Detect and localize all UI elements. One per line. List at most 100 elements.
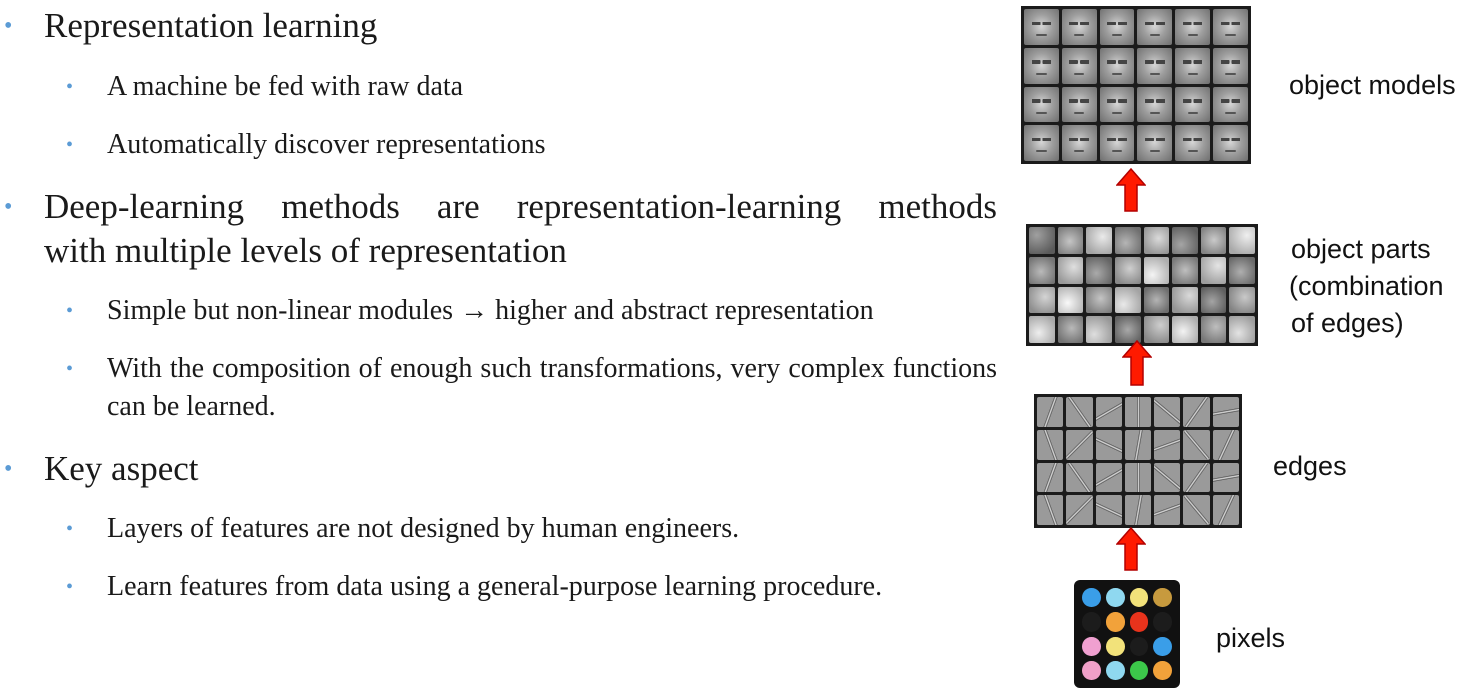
part-tile — [1086, 286, 1112, 314]
label-of-edges: of edges) — [1291, 308, 1404, 338]
face-tile — [1175, 47, 1211, 84]
face-tile — [1099, 9, 1135, 45]
part-tile — [1172, 286, 1198, 314]
face-tile — [1024, 9, 1059, 45]
part-tile — [1057, 227, 1084, 254]
part-tile — [1143, 227, 1170, 254]
sub-bullet-composition: With the composition of enough such tran… — [107, 353, 997, 422]
label-object-models: object models — [1289, 70, 1456, 100]
bullet-deep-learning-line2: with multiple levels of representation — [44, 231, 567, 270]
face-tile — [1061, 47, 1097, 84]
edge-tile — [1124, 462, 1152, 493]
pixel-dot — [1153, 612, 1172, 632]
part-tile — [1229, 256, 1255, 284]
bullet-representation-learning: Representation learning — [44, 6, 378, 45]
face-tile — [1213, 86, 1248, 123]
bullet-key-aspect: Key aspect — [44, 449, 199, 488]
arrow-up-icon — [1122, 340, 1152, 386]
object-parts-image — [1026, 224, 1258, 346]
face-tile — [1024, 47, 1059, 84]
part-tile — [1229, 286, 1255, 314]
bullet-marker: • — [4, 13, 13, 39]
edge-tile — [1183, 397, 1210, 427]
part-tile — [1114, 256, 1141, 284]
face-tile — [1137, 86, 1173, 123]
face-tile — [1061, 86, 1097, 123]
bullet-list: • Representation learning • A machine be… — [0, 0, 1010, 694]
sub-bullet-not-designed: Layers of features are not designed by h… — [107, 513, 740, 544]
edge-tile — [1066, 397, 1093, 427]
part-tile — [1229, 316, 1255, 343]
pixel-dot — [1105, 636, 1125, 656]
edge-tile — [1154, 462, 1181, 493]
sub-bullet-marker: • — [66, 300, 74, 322]
sub-bullet-raw-data: A machine be fed with raw data — [107, 71, 464, 102]
face-tile — [1137, 47, 1173, 84]
face-tile — [1024, 86, 1059, 123]
edge-tile — [1124, 429, 1152, 460]
edge-tile — [1154, 495, 1181, 525]
edge-tile — [1095, 429, 1122, 460]
part-tile — [1200, 316, 1227, 343]
sub-bullet-learn-features: Learn features from data using a general… — [107, 571, 883, 602]
object-models-image — [1021, 6, 1251, 164]
edge-tile — [1183, 462, 1210, 493]
edge-tile — [1124, 397, 1152, 427]
edge-tile — [1066, 495, 1093, 525]
part-tile — [1029, 316, 1055, 343]
part-tile — [1057, 286, 1084, 314]
sub-bullet-discover: Automatically discover representations — [107, 129, 546, 160]
part-tile — [1114, 227, 1141, 254]
sub-bullet-marker: • — [66, 576, 74, 598]
edge-tile — [1124, 495, 1152, 525]
part-tile — [1057, 256, 1084, 284]
edge-tile — [1212, 429, 1239, 460]
face-tile — [1137, 9, 1173, 45]
part-tile — [1200, 256, 1227, 284]
face-tile — [1061, 9, 1097, 45]
bullet-marker: • — [4, 456, 13, 482]
bullet-deep-learning-line1: Deep-learning methods are representation… — [44, 187, 997, 226]
arrow-up-icon — [1116, 168, 1146, 212]
pixel-dot — [1105, 588, 1125, 608]
pixel-dot — [1082, 588, 1101, 608]
part-tile — [1172, 227, 1198, 254]
edges-image — [1034, 394, 1242, 528]
pixel-dot — [1082, 636, 1101, 656]
edge-tile — [1037, 397, 1064, 427]
pixel-dot — [1105, 612, 1125, 632]
part-tile — [1057, 316, 1084, 343]
pixels-image — [1074, 580, 1180, 688]
face-tile — [1099, 47, 1135, 84]
face-tile — [1213, 47, 1248, 84]
arrow-up-icon — [1116, 527, 1146, 571]
edge-tile — [1095, 495, 1122, 525]
part-tile — [1143, 316, 1170, 343]
edge-tile — [1095, 462, 1122, 493]
pixel-dot — [1153, 660, 1172, 680]
face-tile — [1024, 125, 1059, 161]
part-tile — [1114, 316, 1141, 343]
sub-bullet-nonlinear: Simple but non-linear modules → higher a… — [107, 295, 874, 326]
pixel-dot — [1129, 588, 1149, 608]
sub-bullet-marker: • — [66, 76, 74, 98]
pixel-dot — [1082, 660, 1101, 680]
face-tile — [1213, 125, 1248, 161]
label-combination: (combination — [1289, 271, 1444, 301]
pixel-dot — [1153, 588, 1172, 608]
bullet-marker: • — [4, 194, 13, 220]
face-tile — [1061, 125, 1097, 161]
edge-tile — [1037, 429, 1064, 460]
edge-tile — [1095, 397, 1122, 427]
edge-tile — [1066, 462, 1093, 493]
face-tile — [1213, 9, 1248, 45]
face-tile — [1175, 86, 1211, 123]
face-tile — [1099, 125, 1135, 161]
edge-tile — [1183, 495, 1210, 525]
label-pixels: pixels — [1216, 623, 1286, 653]
part-tile — [1143, 286, 1170, 314]
pixel-dot — [1153, 636, 1172, 656]
pixel-dot — [1129, 636, 1149, 656]
sub-bullet-marker: • — [66, 518, 74, 540]
pixel-dot — [1129, 660, 1149, 680]
